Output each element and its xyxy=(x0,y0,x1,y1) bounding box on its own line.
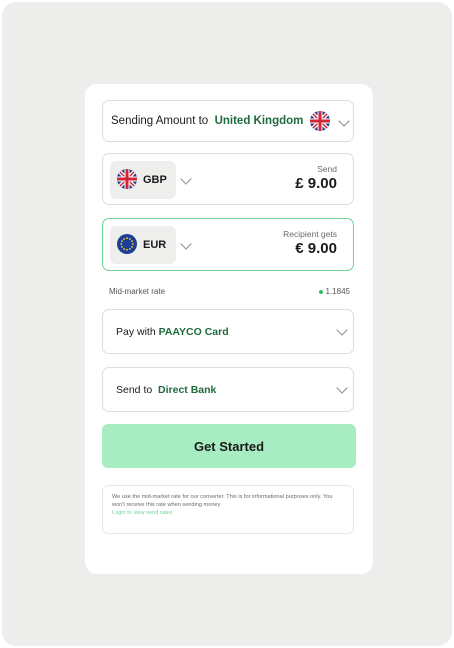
rate-value: 1.1845 xyxy=(325,287,350,296)
destination-country: United Kingdom xyxy=(214,115,304,127)
get-started-button[interactable]: Get Started xyxy=(102,424,356,468)
uk-flag-icon xyxy=(310,111,330,131)
chevron-down-icon[interactable] xyxy=(180,173,192,185)
send-amount-input[interactable]: £ 9.00 xyxy=(295,175,337,192)
send-currency-selector[interactable]: GBP xyxy=(110,161,176,199)
uk-flag-icon xyxy=(117,169,137,189)
chevron-down-icon xyxy=(336,382,348,394)
rate-row: Mid-market rate 1.1845 xyxy=(109,287,350,296)
send-currency-code: GBP xyxy=(143,174,167,186)
recipient-amount-box[interactable]: EUR Recipient gets € 9.00 xyxy=(102,218,354,271)
pay-with-method: PAAYCO Card xyxy=(158,326,229,338)
destination-prefix: Sending Amount to xyxy=(111,115,209,127)
chevron-down-icon[interactable] xyxy=(180,238,192,250)
login-link[interactable]: Login to view send rates xyxy=(112,509,344,517)
chevron-down-icon xyxy=(336,324,348,336)
send-to-prefix: Send to xyxy=(116,384,153,396)
pay-with-label: Pay with PAAYCO Card xyxy=(116,326,229,338)
pay-with-selector[interactable]: Pay with PAAYCO Card xyxy=(102,309,354,354)
rate-value-wrap: 1.1845 xyxy=(318,287,350,296)
send-to-selector[interactable]: Send to Direct Bank xyxy=(102,367,354,412)
receive-currency-code: EUR xyxy=(143,239,167,251)
destination-label: Sending Amount to United Kingdom xyxy=(111,115,303,127)
chevron-down-icon xyxy=(338,115,350,127)
rate-label: Mid-market rate xyxy=(109,287,166,296)
receive-label: Recipient gets xyxy=(283,229,337,239)
pay-with-prefix: Pay with xyxy=(116,326,156,338)
destination-selector[interactable]: Sending Amount to United Kingdom xyxy=(102,100,354,142)
send-to-label: Send to Direct Bank xyxy=(116,384,216,396)
rate-disclaimer: We use the mid-market rate for our conve… xyxy=(102,485,354,534)
send-to-method: Direct Bank xyxy=(158,384,217,396)
disclaimer-text: We use the mid-market rate for our conve… xyxy=(112,494,333,509)
eu-flag-icon xyxy=(117,234,137,254)
send-label: Send xyxy=(317,164,337,174)
receive-currency-selector[interactable]: EUR xyxy=(110,226,176,264)
receive-amount-value: € 9.00 xyxy=(295,240,337,257)
page-background: Sending Amount to United Kingdom GBP Sen… xyxy=(2,2,452,646)
live-dot-icon xyxy=(318,289,323,294)
send-amount-box[interactable]: GBP Send £ 9.00 xyxy=(102,153,354,205)
converter-card: Sending Amount to United Kingdom GBP Sen… xyxy=(85,84,373,574)
